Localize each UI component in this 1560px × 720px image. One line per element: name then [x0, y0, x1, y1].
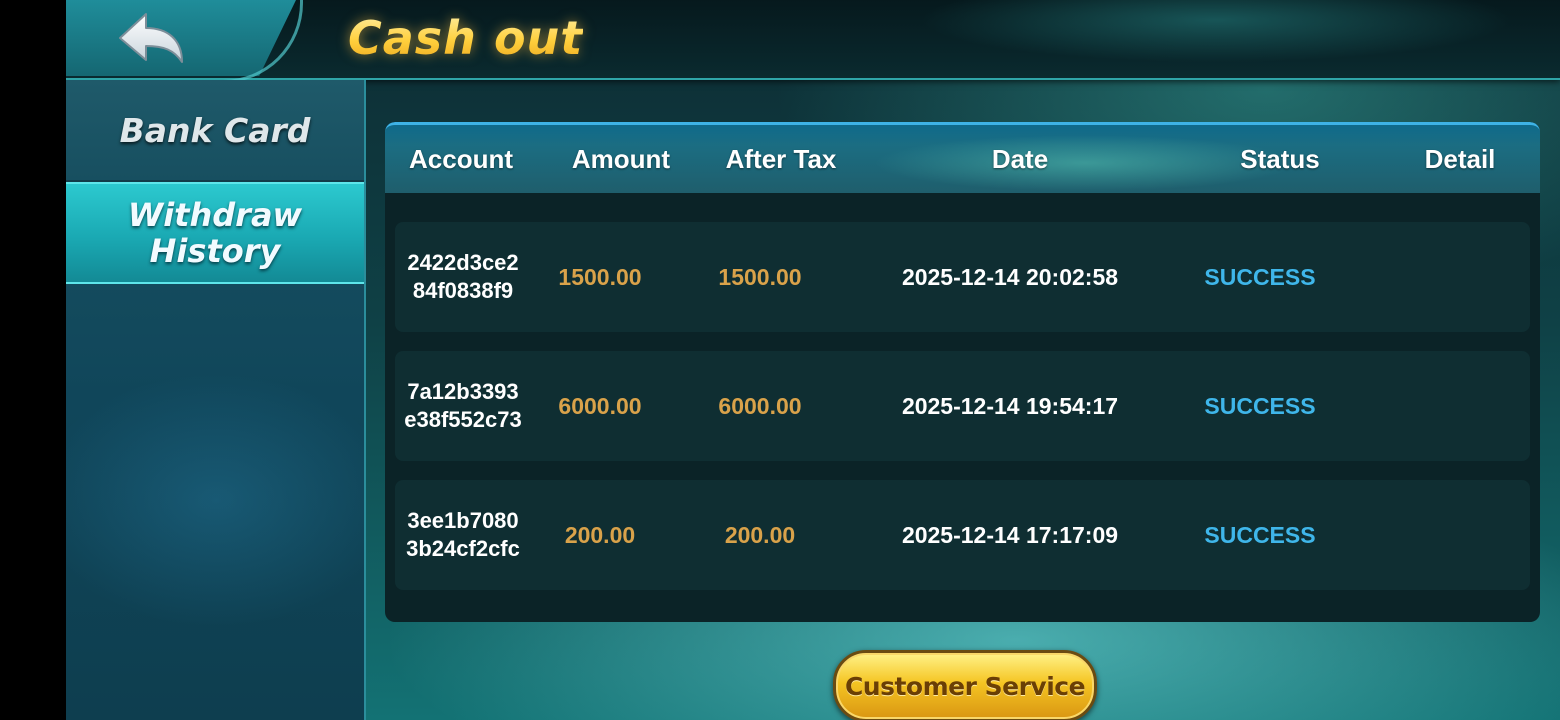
column-header-status: Status — [1240, 143, 1320, 174]
page-title: Cash out — [348, 8, 583, 68]
back-arrow-icon — [119, 13, 183, 63]
account-cell: 3ee1b70803b24cf2cfc — [406, 508, 520, 561]
after-tax-cell: 6000.00 — [718, 392, 802, 419]
withdraw-history-table: Account Amount After Tax Date Status Det… — [385, 122, 1540, 622]
sidebar-item-bank-card[interactable]: Bank Card — [66, 80, 364, 182]
cash-out-screen: Cash out Bank Card Withdraw History Acco… — [0, 0, 1560, 720]
detail-cell[interactable] — [1395, 222, 1525, 332]
date-cell: 2025-12-14 19:54:17 — [901, 392, 1119, 419]
column-header-amount: Amount — [571, 143, 671, 174]
table-row[interactable]: 7a12b3393e38f552c73 6000.00 6000.00 2025… — [395, 351, 1530, 461]
after-tax-cell: 200.00 — [724, 521, 796, 548]
status-cell: SUCCESS — [1204, 392, 1316, 419]
detail-cell[interactable] — [1395, 351, 1525, 461]
sidebar-item-withdraw-history[interactable]: Withdraw History — [66, 182, 364, 284]
customer-service-label: Customer Service — [844, 671, 1086, 701]
date-cell: 2025-12-14 20:02:58 — [901, 263, 1119, 290]
amount-cell: 200.00 — [564, 521, 636, 548]
after-tax-cell: 1500.00 — [718, 263, 802, 290]
table-row[interactable]: 3ee1b70803b24cf2cfc 200.00 200.00 2025-1… — [395, 480, 1530, 590]
status-cell: SUCCESS — [1204, 521, 1316, 548]
customer-service-button[interactable]: Customer Service — [833, 650, 1097, 720]
column-header-date: Date — [991, 143, 1049, 174]
account-cell: 2422d3ce284f0838f9 — [407, 250, 519, 303]
amount-cell: 1500.00 — [558, 263, 642, 290]
table-header: Account Amount After Tax Date Status Det… — [385, 122, 1540, 193]
column-header-account: Account — [409, 143, 513, 174]
account-cell: 7a12b3393e38f552c73 — [404, 379, 522, 432]
column-header-detail: Detail — [1424, 143, 1496, 174]
amount-cell: 6000.00 — [558, 392, 642, 419]
table-row[interactable]: 2422d3ce284f0838f9 1500.00 1500.00 2025-… — [395, 222, 1530, 332]
back-button[interactable] — [108, 6, 192, 68]
sidebar: Bank Card Withdraw History — [66, 80, 366, 720]
detail-cell[interactable] — [1395, 480, 1525, 590]
status-cell: SUCCESS — [1204, 263, 1316, 290]
column-header-after-tax: After Tax — [725, 143, 837, 174]
date-cell: 2025-12-14 17:17:09 — [901, 521, 1119, 548]
